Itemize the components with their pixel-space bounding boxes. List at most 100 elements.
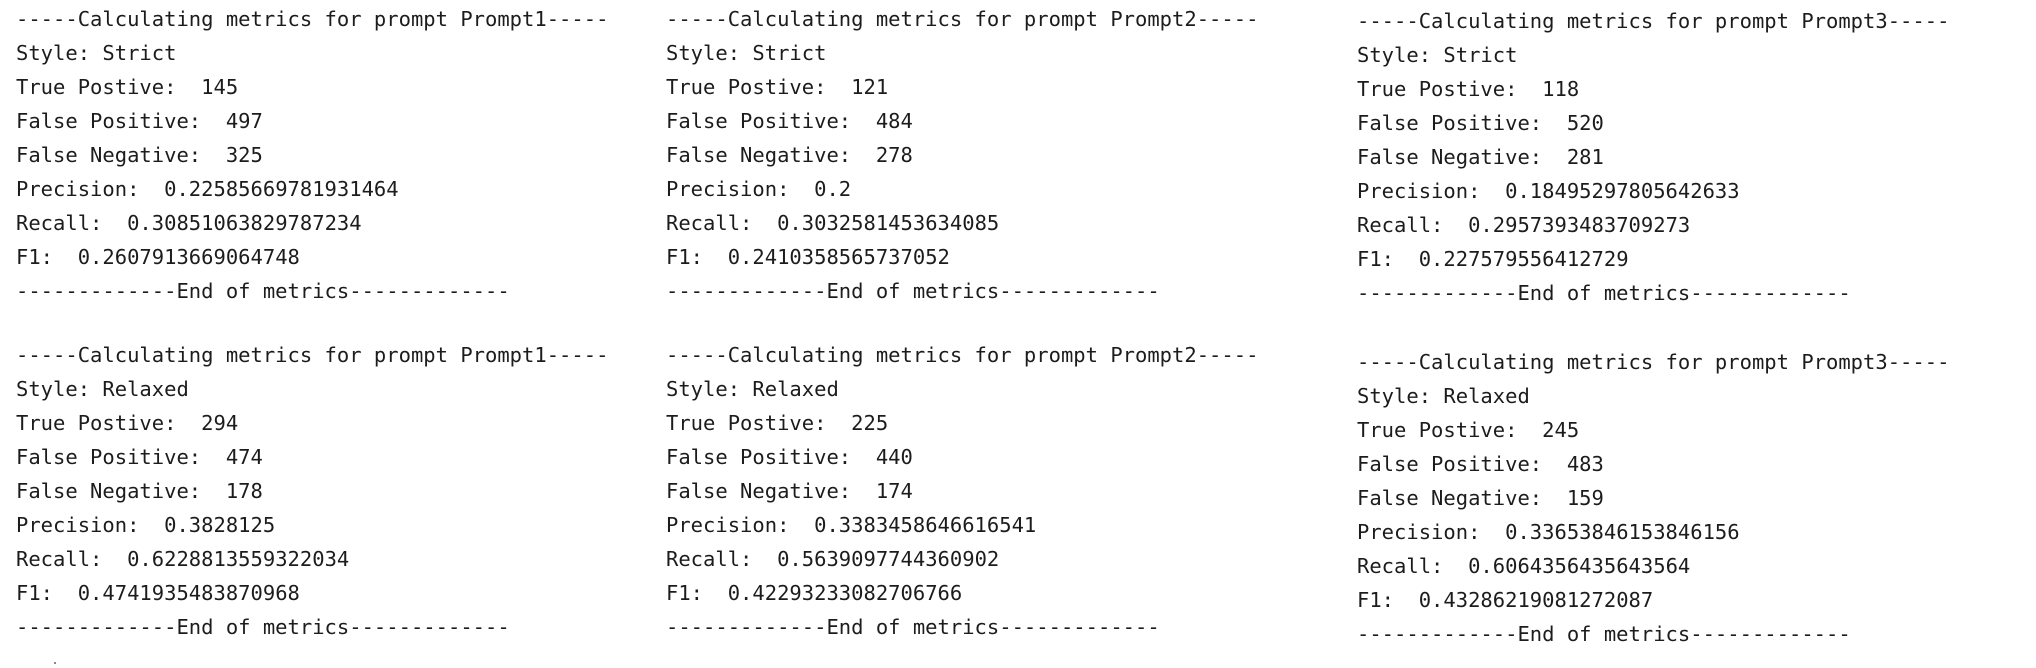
recall-line: Recall: 0.30851063829787234	[16, 206, 638, 240]
false-positive-value: 483	[1566, 452, 1604, 476]
metrics-footer: -------------End of metrics-------------	[666, 615, 1160, 639]
recall-label: Recall:	[1357, 213, 1469, 237]
metrics-header: -----Calculating metrics for prompt Prom…	[666, 343, 1259, 367]
style-line: Style: Relaxed	[666, 372, 1326, 406]
recall-value: 0.2957393483709273	[1468, 213, 1691, 237]
style-label: Style:	[1357, 43, 1444, 67]
false-positive-label: False Positive:	[16, 109, 226, 133]
f1-value: 0.4741935483870968	[77, 581, 300, 605]
style-label: Style:	[666, 41, 753, 65]
true-positive-line: True Postive: 121	[666, 70, 1326, 104]
f1-line: F1: 0.42293233082706766	[666, 576, 1326, 610]
f1-label: F1:	[16, 245, 78, 269]
false-positive-label: False Positive:	[16, 445, 226, 469]
false-negative-line: False Negative: 278	[666, 138, 1326, 172]
style-value: Strict	[1443, 43, 1518, 67]
true-positive-value: 245	[1542, 418, 1580, 442]
true-positive-label: True Postive:	[666, 75, 852, 99]
recall-line: Recall: 0.3032581453634085	[666, 206, 1326, 240]
false-negative-label: False Negative:	[16, 143, 226, 167]
metrics-footer: -------------End of metrics-------------	[1357, 622, 1851, 646]
true-positive-label: True Postive:	[666, 411, 852, 435]
style-line: Style: Strict	[666, 36, 1326, 70]
f1-label: F1:	[666, 581, 728, 605]
precision-value: 0.3383458646616541	[814, 513, 1037, 537]
f1-label: F1:	[16, 581, 78, 605]
metrics-header: -----Calculating metrics for prompt Prom…	[16, 7, 609, 31]
f1-label: F1:	[1357, 588, 1419, 612]
false-negative-line: False Negative: 159	[1357, 481, 2027, 515]
f1-line: F1: 0.227579556412729	[1357, 242, 2027, 276]
recall-label: Recall:	[16, 547, 128, 571]
style-label: Style:	[1357, 384, 1444, 408]
false-negative-line: False Negative: 281	[1357, 140, 2027, 174]
false-negative-label: False Negative:	[1357, 145, 1567, 169]
false-positive-line: False Positive: 440	[666, 440, 1326, 474]
true-positive-value: 118	[1542, 77, 1580, 101]
precision-value: 0.3828125	[164, 513, 276, 537]
false-positive-value: 497	[225, 109, 263, 133]
style-value: Strict	[752, 41, 827, 65]
style-label: Style:	[16, 41, 103, 65]
false-negative-value: 281	[1566, 145, 1604, 169]
true-positive-label: True Postive:	[1357, 77, 1543, 101]
precision-line: Precision: 0.3383458646616541	[666, 508, 1326, 542]
f1-line: F1: 0.2607913669064748	[16, 240, 638, 274]
false-negative-label: False Negative:	[666, 143, 876, 167]
f1-value: 0.2410358565737052	[727, 245, 950, 269]
metrics-block-prompt1-strict: -----Calculating metrics for prompt Prom…	[16, 2, 638, 308]
style-label: Style:	[666, 377, 753, 401]
precision-line: Precision: 0.2	[666, 172, 1326, 206]
recall-label: Recall:	[16, 211, 128, 235]
style-value: Relaxed	[752, 377, 839, 401]
style-label: Style:	[16, 377, 103, 401]
recall-value: 0.30851063829787234	[127, 211, 362, 235]
true-positive-line: True Postive: 245	[1357, 413, 2027, 447]
stray-dot	[54, 662, 56, 664]
false-negative-value: 278	[875, 143, 913, 167]
precision-label: Precision:	[1357, 179, 1506, 203]
false-negative-label: False Negative:	[16, 479, 226, 503]
metrics-block-prompt2-strict: -----Calculating metrics for prompt Prom…	[666, 2, 1326, 308]
true-positive-value: 145	[201, 75, 239, 99]
f1-label: F1:	[1357, 247, 1419, 271]
false-positive-line: False Positive: 483	[1357, 447, 2027, 481]
false-positive-value: 474	[225, 445, 263, 469]
recall-value: 0.6064356435643564	[1468, 554, 1691, 578]
style-value: Relaxed	[102, 377, 189, 401]
false-negative-value: 159	[1566, 486, 1604, 510]
f1-label: F1:	[666, 245, 728, 269]
false-positive-value: 440	[875, 445, 913, 469]
metrics-block-prompt3-strict: -----Calculating metrics for prompt Prom…	[1357, 4, 2027, 310]
f1-line: F1: 0.43286219081272087	[1357, 583, 2027, 617]
precision-value: 0.18495297805642633	[1505, 179, 1740, 203]
metrics-header: -----Calculating metrics for prompt Prom…	[1357, 350, 1950, 374]
precision-line: Precision: 0.33653846153846156	[1357, 515, 2027, 549]
metrics-footer: -------------End of metrics-------------	[1357, 281, 1851, 305]
false-positive-line: False Positive: 474	[16, 440, 638, 474]
true-positive-line: True Postive: 225	[666, 406, 1326, 440]
true-positive-label: True Postive:	[1357, 418, 1543, 442]
false-positive-line: False Positive: 484	[666, 104, 1326, 138]
metrics-footer: -------------End of metrics-------------	[16, 279, 510, 303]
metrics-header: -----Calculating metrics for prompt Prom…	[1357, 9, 1950, 33]
true-positive-value: 294	[201, 411, 239, 435]
recall-line: Recall: 0.2957393483709273	[1357, 208, 2027, 242]
f1-value: 0.43286219081272087	[1418, 588, 1654, 612]
style-line: Style: Strict	[1357, 38, 2027, 72]
false-negative-value: 325	[225, 143, 263, 167]
recall-value: 0.5639097744360902	[777, 547, 1000, 571]
false-negative-line: False Negative: 325	[16, 138, 638, 172]
metrics-block-prompt3-relaxed: -----Calculating metrics for prompt Prom…	[1357, 345, 2027, 651]
notebook-output: -----Calculating metrics for prompt Prom…	[0, 0, 2036, 668]
false-positive-label: False Positive:	[666, 109, 876, 133]
false-positive-line: False Positive: 520	[1357, 106, 2027, 140]
true-positive-line: True Postive: 145	[16, 70, 638, 104]
false-positive-value: 484	[875, 109, 913, 133]
true-positive-value: 225	[851, 411, 889, 435]
false-negative-line: False Negative: 178	[16, 474, 638, 508]
precision-line: Precision: 0.22585669781931464	[16, 172, 638, 206]
style-line: Style: Relaxed	[16, 372, 638, 406]
false-positive-label: False Positive:	[1357, 452, 1567, 476]
precision-line: Precision: 0.18495297805642633	[1357, 174, 2027, 208]
